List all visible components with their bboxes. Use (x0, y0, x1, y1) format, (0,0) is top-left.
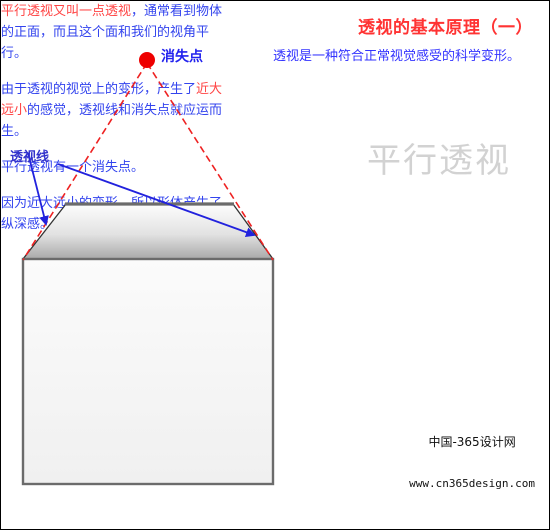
site-watermark: 中国-365设计网 www.cn365design.com (409, 407, 535, 519)
diagram-watermark-text: 平行透视 (367, 141, 511, 181)
page-subtitle: 透视是一种符合正常视觉感受的科学变形。 (273, 49, 521, 64)
slide-canvas: 透视的基本原理（一） 透视是一种符合正常视觉感受的科学变形。 消失点 透视线 平… (0, 0, 550, 530)
site-name: 中国-365设计网 (428, 435, 516, 449)
perspective-line-label: 透视线 (10, 150, 50, 165)
box-top-face (21, 203, 275, 260)
vanishing-point-label: 消失点 (161, 49, 203, 65)
site-url: www.cn365design.com (409, 477, 535, 490)
vanishing-point-dot (139, 52, 155, 68)
box-front-face (21, 257, 275, 486)
page-title: 透视的基本原理（一） (358, 18, 533, 38)
